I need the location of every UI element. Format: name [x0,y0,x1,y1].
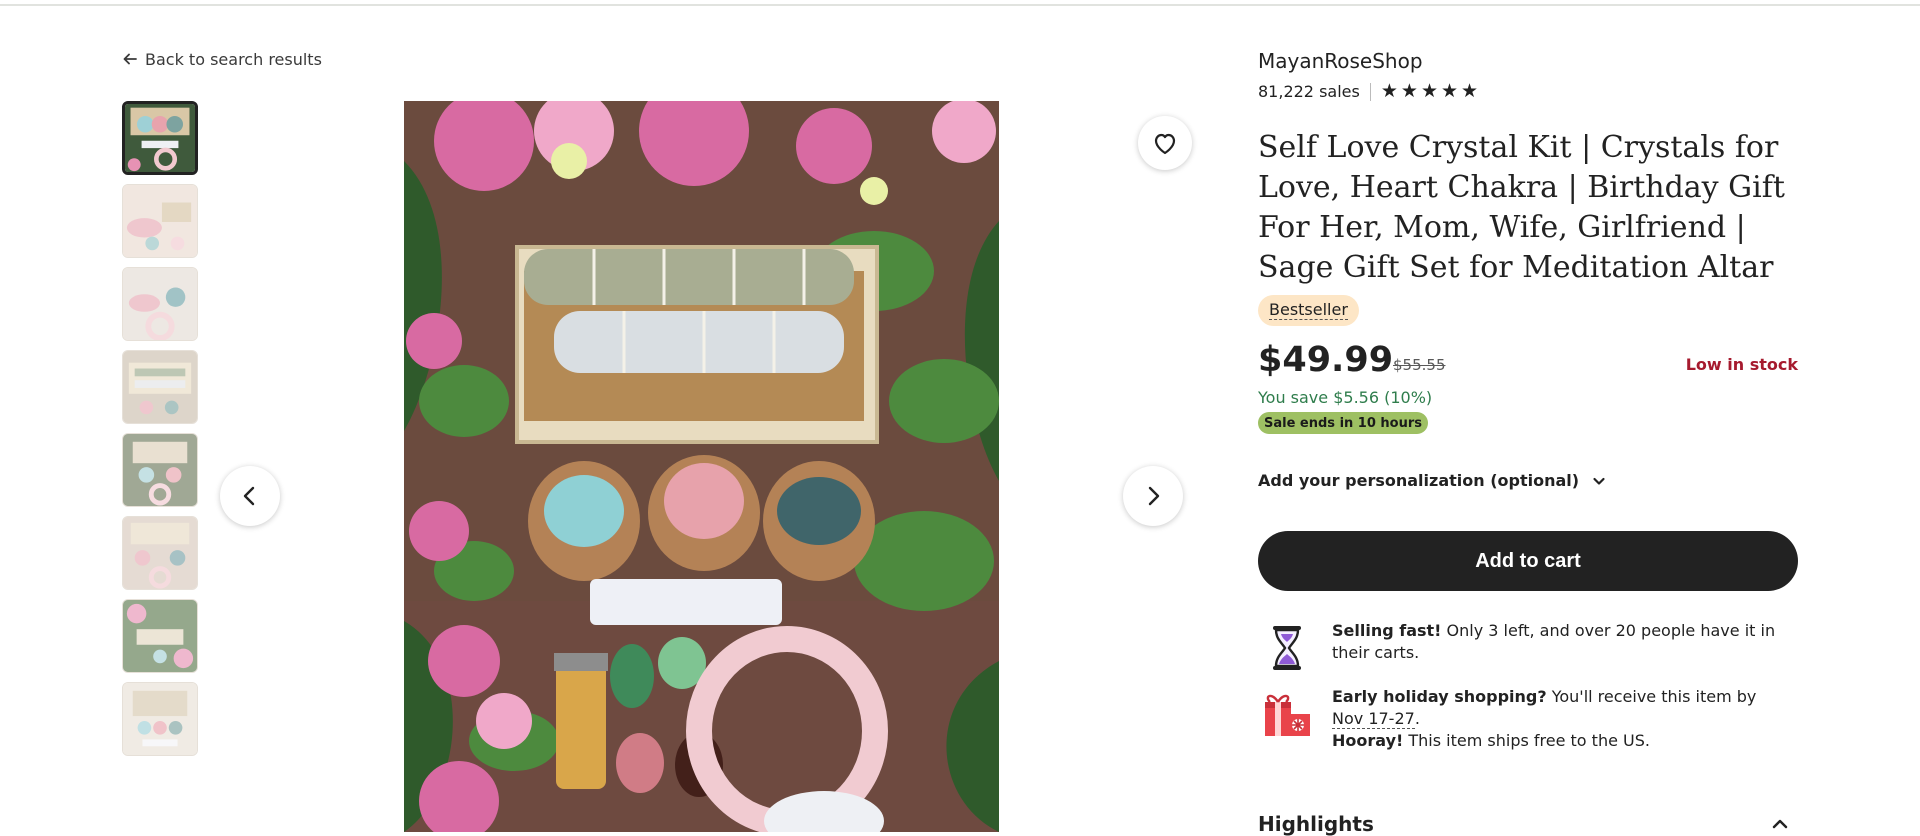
highlights-heading: Highlights [1258,812,1374,836]
thumbnail-3[interactable] [122,267,198,341]
selling-fast-text: Selling fast! Only 3 left, and over 20 p… [1332,620,1798,676]
top-border [0,0,1920,6]
personalization-toggle[interactable]: Add your personalization (optional) [1258,471,1607,490]
thumbnail-8[interactable] [122,682,198,756]
thumbnail-5[interactable] [122,433,198,507]
sales-and-rating: 81,222 sales ★ ★ ★ ★ ★ [1258,82,1478,102]
star-icon: ★ [1461,80,1479,102]
thumbnail-strip [122,101,198,765]
bestseller-badge[interactable]: Bestseller [1258,295,1359,326]
holiday-body: You'll receive this item by [1546,687,1757,706]
holiday-heading: Early holiday shopping? [1332,687,1547,706]
sales-count: 81,222 sales [1258,82,1360,101]
thumbnail-image [123,351,197,423]
thumbnail-image [125,104,195,172]
star-rating[interactable]: ★ ★ ★ ★ ★ [1381,82,1478,101]
shipping-heading: Hooray! [1332,731,1404,750]
next-image-button[interactable] [1123,466,1183,526]
thumbnail-image [123,600,197,672]
hourglass-icon [1258,620,1316,676]
personalization-label: Add your personalization (optional) [1258,471,1580,490]
stock-status: Low in stock [1685,355,1798,374]
highlights-toggle[interactable]: Highlights [1258,812,1798,836]
arrow-left-icon [123,53,137,65]
savings-text: You save $5.56 (10%) [1258,388,1433,407]
star-icon: ★ [1440,80,1459,102]
holiday-period: . [1414,709,1420,728]
thumbnail-7[interactable] [122,599,198,673]
thumbnail-2[interactable] [122,184,198,258]
delivery-dates[interactable]: Nov 17-27 [1332,709,1415,729]
star-icon: ★ [1400,80,1418,102]
favorite-button[interactable] [1138,116,1192,170]
thumbnail-4[interactable] [122,350,198,424]
selling-fast-heading: Selling fast! [1332,621,1442,640]
thumbnail-image [123,434,197,506]
thumbnail-image [123,185,197,257]
thumbnail-image [123,683,197,755]
thumbnail-image [123,268,197,340]
star-icon: ★ [1420,80,1438,102]
selling-fast-notice: Selling fast! Only 3 left, and over 20 p… [1258,620,1798,676]
thumbnail-1[interactable] [122,101,198,175]
thumbnail-image [123,517,197,589]
sale-ends-badge: Sale ends in 10 hours [1258,412,1429,434]
add-to-cart-button[interactable]: Add to cart [1258,531,1798,591]
holiday-shipping-notice: Early holiday shopping? You'll receive t… [1258,686,1798,752]
bestseller-label: Bestseller [1269,300,1348,320]
current-price: $49.99 [1258,340,1394,380]
holiday-shipping-text: Early holiday shopping? You'll receive t… [1332,686,1756,752]
thumbnail-6[interactable] [122,516,198,590]
chevron-right-icon [1148,486,1160,506]
main-product-image [404,101,999,832]
shop-name-link[interactable]: MayanRoseShop [1258,49,1423,73]
back-link-label: Back to search results [145,49,322,69]
shipping-body: This item ships free to the US. [1403,731,1650,750]
crystal-kit-photo [404,101,999,832]
back-to-search-link[interactable]: Back to search results [122,48,322,70]
original-price: $55.55 [1393,356,1446,374]
chevron-left-icon [243,486,255,506]
divider [1369,82,1371,101]
heart-icon [1154,133,1176,155]
gift-icon [1258,686,1316,742]
previous-image-button[interactable] [220,466,280,526]
product-title: Self Love Crystal Kit | Crystals for Lov… [1258,130,1785,285]
chevron-up-icon [1772,819,1788,829]
star-icon: ★ [1380,80,1398,102]
chevron-down-icon [1593,477,1605,485]
